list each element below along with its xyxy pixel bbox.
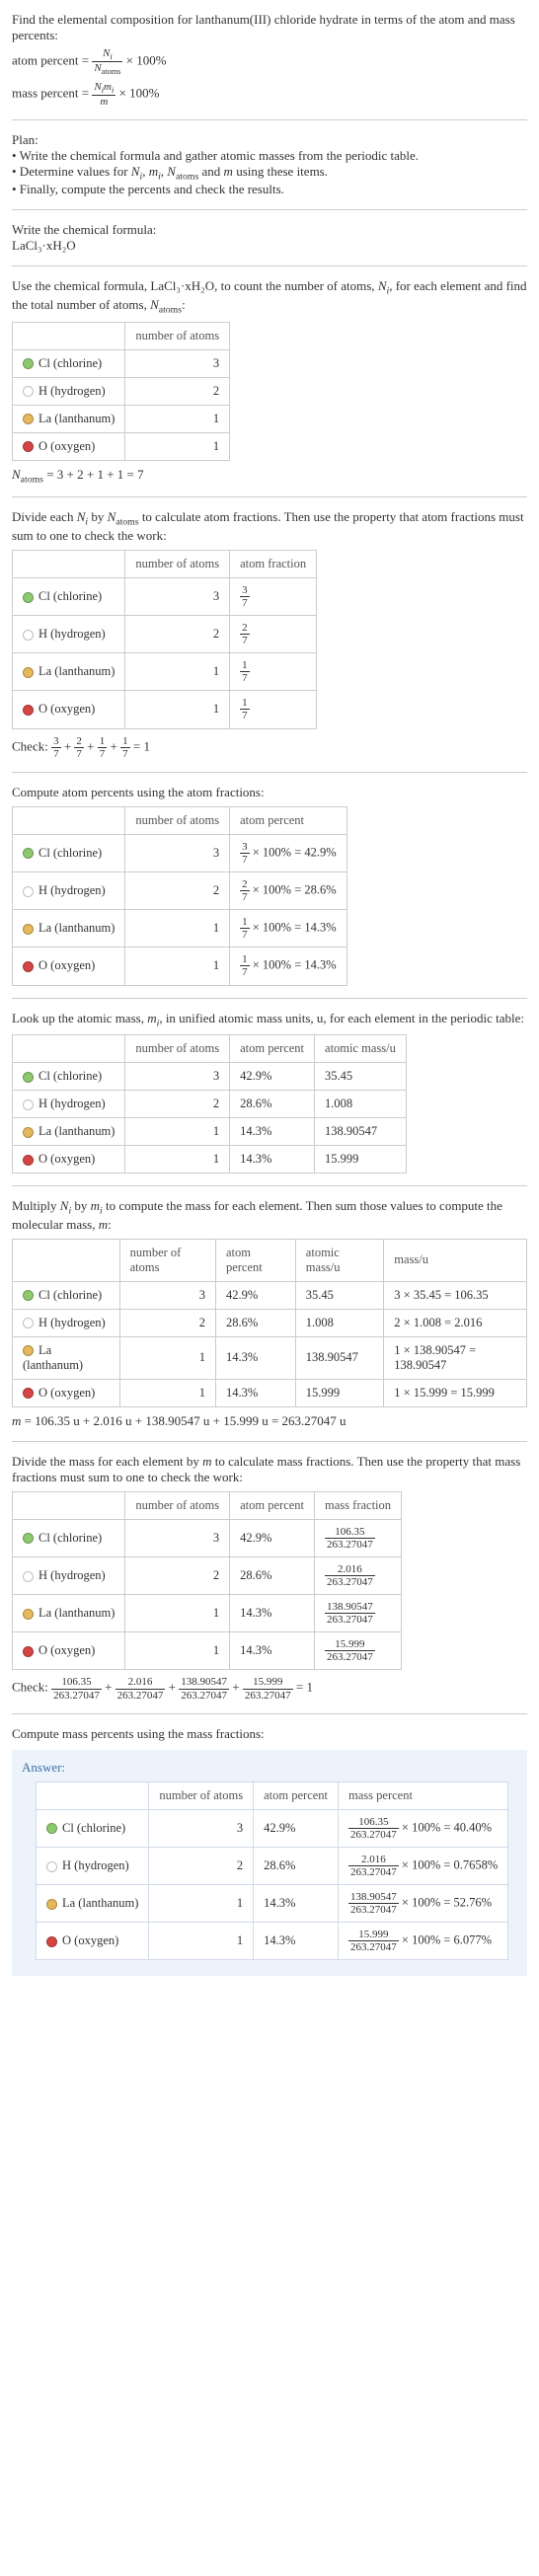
table-row: Cl (chlorine)342.9%35.453 × 35.45 = 106.… bbox=[13, 1281, 527, 1309]
mass-fraction-table: number of atomsatom percentmass fraction… bbox=[12, 1491, 402, 1671]
count-block: Use the chemical formula, LaCl₃·xH₂O, to… bbox=[12, 278, 527, 485]
table-row: O (oxygen)114.3%15.999263.27047 bbox=[13, 1632, 402, 1670]
table-row: H (hydrogen)227 × 100% = 28.6% bbox=[13, 871, 347, 909]
table-row: H (hydrogen)227 bbox=[13, 616, 317, 653]
table-row: H (hydrogen)228.6%1.008 bbox=[13, 1091, 407, 1118]
mass-lookup-block: Look up the atomic mass, mi, in unified … bbox=[12, 1011, 527, 1174]
element-dot bbox=[23, 386, 34, 397]
plan-block: Plan: • Write the chemical formula and g… bbox=[12, 132, 527, 198]
element-dot bbox=[23, 358, 34, 369]
mass-percent-formula: mass percent = Nimim × 100% bbox=[12, 81, 527, 108]
table-row: H (hydrogen)228.6%2.016263.27047 × 100% … bbox=[37, 1847, 508, 1884]
atom-frac-check: Check: 37 + 27 + 17 + 17 = 1 bbox=[12, 735, 527, 760]
natoms-total: Natoms = 3 + 2 + 1 + 1 = 7 bbox=[12, 467, 527, 486]
intro-block: Find the elemental composition for lanth… bbox=[12, 12, 527, 108]
divider bbox=[12, 1441, 527, 1442]
table-row: La (lanthanum)114.3%138.905471 × 138.905… bbox=[13, 1336, 527, 1379]
table-row: Cl (chlorine)342.9%35.45 bbox=[13, 1063, 407, 1091]
count-intro: Use the chemical formula, LaCl₃·xH₂O, to… bbox=[12, 278, 527, 315]
plan-bullet: • Write the chemical formula and gather … bbox=[12, 148, 527, 164]
chemical-formula: LaCl₃·xH₂O bbox=[12, 238, 527, 254]
count-table: number of atoms Cl (chlorine)3 H (hydrog… bbox=[12, 322, 230, 461]
divider bbox=[12, 998, 527, 999]
element-dot bbox=[23, 414, 34, 424]
plan-bullet: • Determine values for Ni, mi, Natoms an… bbox=[12, 164, 527, 183]
divider bbox=[12, 496, 527, 497]
table-row: O (oxygen)117 × 100% = 14.3% bbox=[13, 947, 347, 985]
table-row: H (hydrogen)228.6%1.0082 × 1.008 = 2.016 bbox=[13, 1309, 527, 1336]
mass-pct-intro: Compute mass percents using the mass fra… bbox=[12, 1726, 527, 1742]
mass-calc-block: Multiply Ni by mi to compute the mass fo… bbox=[12, 1198, 527, 1429]
atom-percent-formula: atom percent = NiNatoms × 100% bbox=[12, 47, 527, 77]
table-row: La (lanthanum)114.3%138.90547263.27047 ×… bbox=[37, 1885, 508, 1923]
table-row: H (hydrogen)2 bbox=[13, 377, 230, 405]
mass-calc-intro: Multiply Ni by mi to compute the mass fo… bbox=[12, 1198, 527, 1233]
mass-lookup-intro: Look up the atomic mass, mi, in unified … bbox=[12, 1011, 527, 1029]
answer-label: Answer: bbox=[22, 1760, 517, 1776]
element-dot bbox=[23, 441, 34, 452]
table-row: Cl (chlorine)342.9%106.35263.27047 × 100… bbox=[37, 1809, 508, 1847]
table-row: Cl (chlorine)337 bbox=[13, 577, 317, 615]
divider bbox=[12, 1185, 527, 1186]
atom-fraction-table: number of atomsatom fraction Cl (chlorin… bbox=[12, 550, 317, 729]
atom-pct-intro: Compute atom percents using the atom fra… bbox=[12, 785, 527, 800]
mass-lookup-table: number of atomsatom percentatomic mass/u… bbox=[12, 1034, 407, 1174]
atom-percent-block: Compute atom percents using the atom fra… bbox=[12, 785, 527, 986]
table-row: Cl (chlorine)337 × 100% = 42.9% bbox=[13, 834, 347, 871]
plan-bullet: • Finally, compute the percents and chec… bbox=[12, 182, 527, 197]
mass-percent-block: Compute mass percents using the mass fra… bbox=[12, 1726, 527, 1977]
table-row: O (oxygen)117 bbox=[13, 691, 317, 728]
table-row: Cl (chlorine)342.9%106.35263.27047 bbox=[13, 1519, 402, 1556]
divider bbox=[12, 265, 527, 266]
plan-title: Plan: bbox=[12, 132, 527, 148]
molecular-mass-total: m = 106.35 u + 2.016 u + 138.90547 u + 1… bbox=[12, 1413, 527, 1429]
atom-frac-intro: Divide each Ni by Natoms to calculate at… bbox=[12, 509, 527, 544]
table-row: Cl (chlorine)3 bbox=[13, 349, 230, 377]
divider bbox=[12, 1713, 527, 1714]
divider bbox=[12, 772, 527, 773]
table-row: La (lanthanum)114.3%138.90547263.27047 bbox=[13, 1595, 402, 1632]
table-row: O (oxygen)114.3%15.999263.27047 × 100% =… bbox=[37, 1923, 508, 1960]
formula-title: Write the chemical formula: bbox=[12, 222, 527, 238]
table-row: O (oxygen)114.3%15.999 bbox=[13, 1146, 407, 1174]
table-row: La (lanthanum)117 × 100% = 14.3% bbox=[13, 910, 347, 947]
mass-fraction-block: Divide the mass for each element by m to… bbox=[12, 1454, 527, 1702]
intro-line: Find the elemental composition for lanth… bbox=[12, 12, 527, 43]
atom-percent-table: number of atomsatom percent Cl (chlorine… bbox=[12, 806, 347, 986]
table-row: O (oxygen)114.3%15.9991 × 15.999 = 15.99… bbox=[13, 1379, 527, 1406]
atom-fraction-block: Divide each Ni by Natoms to calculate at… bbox=[12, 509, 527, 760]
table-row: La (lanthanum)1 bbox=[13, 405, 230, 432]
table-row: H (hydrogen)228.6%2.016263.27047 bbox=[13, 1556, 402, 1594]
table-row: O (oxygen)1 bbox=[13, 432, 230, 460]
formula-block: Write the chemical formula: LaCl₃·xH₂O bbox=[12, 222, 527, 254]
answer-table: number of atomsatom percentmass percent … bbox=[36, 1781, 508, 1961]
mass-calc-table: number of atomsatom percentatomic mass/u… bbox=[12, 1239, 527, 1407]
table-row: La (lanthanum)114.3%138.90547 bbox=[13, 1118, 407, 1146]
divider bbox=[12, 119, 527, 120]
mass-frac-intro: Divide the mass for each element by m to… bbox=[12, 1454, 527, 1485]
answer-block: Answer: number of atomsatom percentmass … bbox=[12, 1750, 527, 1977]
mass-frac-check: Check: 106.35263.27047 + 2.016263.27047 … bbox=[12, 1676, 527, 1701]
table-row: La (lanthanum)117 bbox=[13, 653, 317, 691]
divider bbox=[12, 209, 527, 210]
